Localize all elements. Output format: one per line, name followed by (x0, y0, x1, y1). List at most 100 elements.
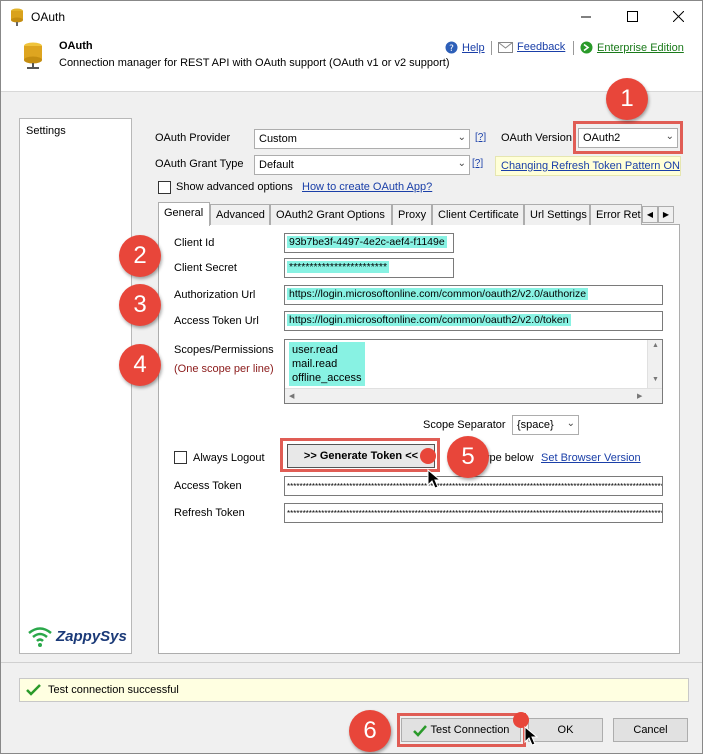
callout-badge: 6 (349, 710, 391, 752)
client-secret-input[interactable]: ************************ (284, 258, 454, 278)
tab-scroll-right-icon[interactable]: ▶ (658, 206, 674, 223)
minimize-button[interactable] (563, 1, 609, 32)
mouse-cursor-icon (524, 726, 538, 746)
wifi-logo-icon (28, 627, 52, 647)
chevron-down-icon: ⌄ (566, 418, 575, 429)
callout-badge: 5 (447, 436, 489, 478)
version-highlight-box (573, 121, 683, 154)
chevron-down-icon: ⌄ (457, 158, 466, 169)
svg-text:?: ? (449, 44, 454, 54)
sidebar-item-settings[interactable]: Settings (26, 125, 66, 137)
tab-client-certificate[interactable]: Client Certificate (432, 204, 524, 225)
client-secret-label: Client Secret (174, 262, 237, 274)
provider-help-link[interactable]: [?] (475, 132, 486, 143)
tab-proxy[interactable]: Proxy (392, 204, 432, 225)
access-token-input[interactable]: ****************************************… (284, 476, 663, 496)
maximize-button[interactable] (609, 1, 655, 32)
scope-separator-label: Scope Separator (423, 419, 506, 431)
callout-badge: 1 (606, 78, 648, 120)
header-separator (491, 41, 492, 55)
scopes-hint: (One scope per line) (174, 363, 274, 375)
browser-version-link[interactable]: Set Browser Version (541, 452, 641, 464)
dialog-header: OAuth Connection manager for REST API wi… (1, 32, 702, 92)
client-secret-value: ************************ (287, 261, 390, 273)
enterprise-link[interactable]: Enterprise Edition (580, 41, 684, 54)
auth-url-label: Authorization Url (174, 289, 256, 301)
always-logout-checkbox[interactable] (174, 451, 187, 464)
mail-icon (498, 41, 513, 53)
callout-badge: 3 (119, 284, 161, 326)
header-separator (573, 41, 574, 55)
chevron-down-icon: ⌄ (457, 132, 466, 143)
scopes-vertical-scrollbar[interactable]: ▲ ▼ (647, 340, 662, 389)
client-id-input[interactable]: 93b7be3f-4497-4e2c-aef4-f1149e (284, 233, 454, 253)
howto-link[interactable]: How to create OAuth App? (302, 181, 432, 193)
grant-value: Default (259, 159, 294, 171)
refresh-token-value: ****************************************… (287, 509, 663, 518)
close-icon (672, 11, 684, 22)
scopes-textarea[interactable]: user.read mail.read offline_access ▲ ▼ ◀… (284, 339, 663, 404)
tab-scroll-left-icon[interactable]: ◀ (642, 206, 658, 223)
refresh-pattern-box: Changing Refresh Token Pattern ON (495, 156, 681, 176)
sidebar: Settings ZappySys (19, 118, 132, 654)
scopes-lines: user.read mail.read offline_access (289, 342, 365, 386)
scopes-horizontal-scrollbar[interactable]: ◀ ▶ (285, 388, 662, 403)
cancel-button[interactable]: Cancel (613, 718, 688, 742)
grant-select[interactable]: Default ⌄ (254, 155, 470, 175)
ok-button[interactable]: OK (528, 718, 603, 742)
scope-separator-value: {space} (517, 419, 554, 431)
help-icon: ? (445, 41, 458, 54)
advanced-options-label: Show advanced options (176, 181, 293, 193)
enterprise-link-label: Enterprise Edition (597, 41, 684, 54)
provider-select[interactable]: Custom ⌄ (254, 129, 470, 149)
refresh-pattern-link[interactable]: Changing Refresh Token Pattern ON (501, 160, 680, 172)
version-label: OAuth Version (501, 132, 572, 144)
database-icon (11, 8, 23, 26)
tab-grant-options[interactable]: OAuth2 Grant Options (270, 204, 392, 225)
provider-label: OAuth Provider (155, 132, 231, 144)
refresh-token-input[interactable]: ****************************************… (284, 503, 663, 523)
access-token-label: Access Token (174, 480, 242, 492)
browser-text: ype below (484, 452, 534, 464)
scope-separator-select[interactable]: {space} ⌄ (512, 415, 579, 435)
header-title: OAuth (59, 40, 93, 52)
token-url-input[interactable]: https://login.microsoftonline.com/common… (284, 311, 663, 331)
auth-url-input[interactable]: https://login.microsoftonline.com/common… (284, 285, 663, 305)
tab-scroll-buttons: ◀ ▶ (642, 206, 674, 223)
client-id-value: 93b7be3f-4497-4e2c-aef4-f1149e (287, 236, 447, 248)
click-marker (420, 448, 436, 464)
feedback-link[interactable]: Feedback (498, 41, 565, 53)
access-token-value: ****************************************… (287, 482, 663, 491)
scope-line: mail.read (292, 358, 338, 370)
tab-strip: General Advanced OAuth2 Grant Options Pr… (158, 202, 673, 226)
tab-advanced[interactable]: Advanced (210, 204, 270, 225)
help-link-label: Help (462, 41, 485, 54)
status-message: Test connection successful (48, 684, 179, 696)
tab-error-retry[interactable]: Error Ret (590, 204, 642, 225)
grant-label: OAuth Grant Type (155, 158, 244, 170)
mouse-cursor-icon (427, 469, 441, 489)
close-button[interactable] (655, 1, 701, 32)
callout-badge: 4 (119, 344, 161, 386)
help-link[interactable]: ? Help (445, 41, 485, 54)
generate-highlight-box (280, 438, 440, 472)
grant-help-link[interactable]: [?] (472, 158, 483, 169)
scope-line: offline_access (292, 372, 362, 384)
cancel-label: Cancel (633, 724, 668, 736)
scroll-right-icon: ▶ (637, 393, 643, 400)
token-url-label: Access Token Url (174, 315, 259, 327)
advanced-options-checkbox[interactable] (158, 181, 171, 194)
refresh-token-label: Refresh Token (174, 507, 245, 519)
title-bar: OAuth (1, 1, 702, 32)
status-bar: Test connection successful (19, 678, 689, 702)
maximize-icon (626, 11, 638, 22)
scope-line: user.read (292, 344, 338, 356)
arrow-circle-icon (580, 41, 593, 54)
tab-general[interactable]: General (158, 202, 210, 226)
ok-label: OK (557, 724, 574, 736)
scroll-up-icon: ▲ (652, 342, 659, 349)
footer-divider (1, 662, 702, 663)
client-id-label: Client Id (174, 237, 215, 249)
oauth-dialog: OAuth OAuth Connection manager for REST … (0, 0, 703, 754)
tab-url-settings[interactable]: Url Settings (524, 204, 590, 225)
